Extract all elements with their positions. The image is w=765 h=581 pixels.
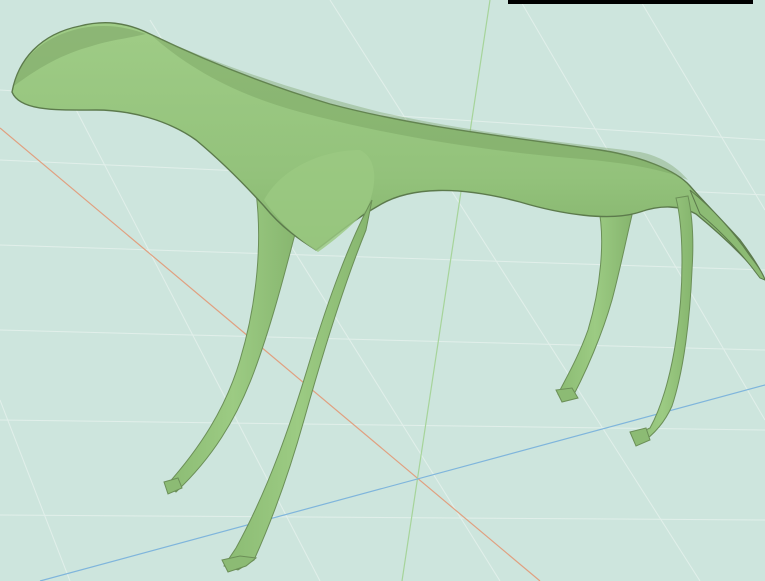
rear-near-paw bbox=[629, 427, 651, 447]
front-far-leg bbox=[165, 191, 301, 493]
animal-mesh[interactable] bbox=[11, 22, 765, 573]
front-far-paw bbox=[163, 477, 183, 495]
scene-canvas bbox=[0, 0, 765, 581]
top-overlay-bar bbox=[508, 0, 753, 4]
body bbox=[11, 22, 765, 281]
tail bbox=[689, 189, 765, 281]
rear-far-leg bbox=[557, 204, 633, 399]
3d-viewport[interactable] bbox=[0, 0, 765, 581]
